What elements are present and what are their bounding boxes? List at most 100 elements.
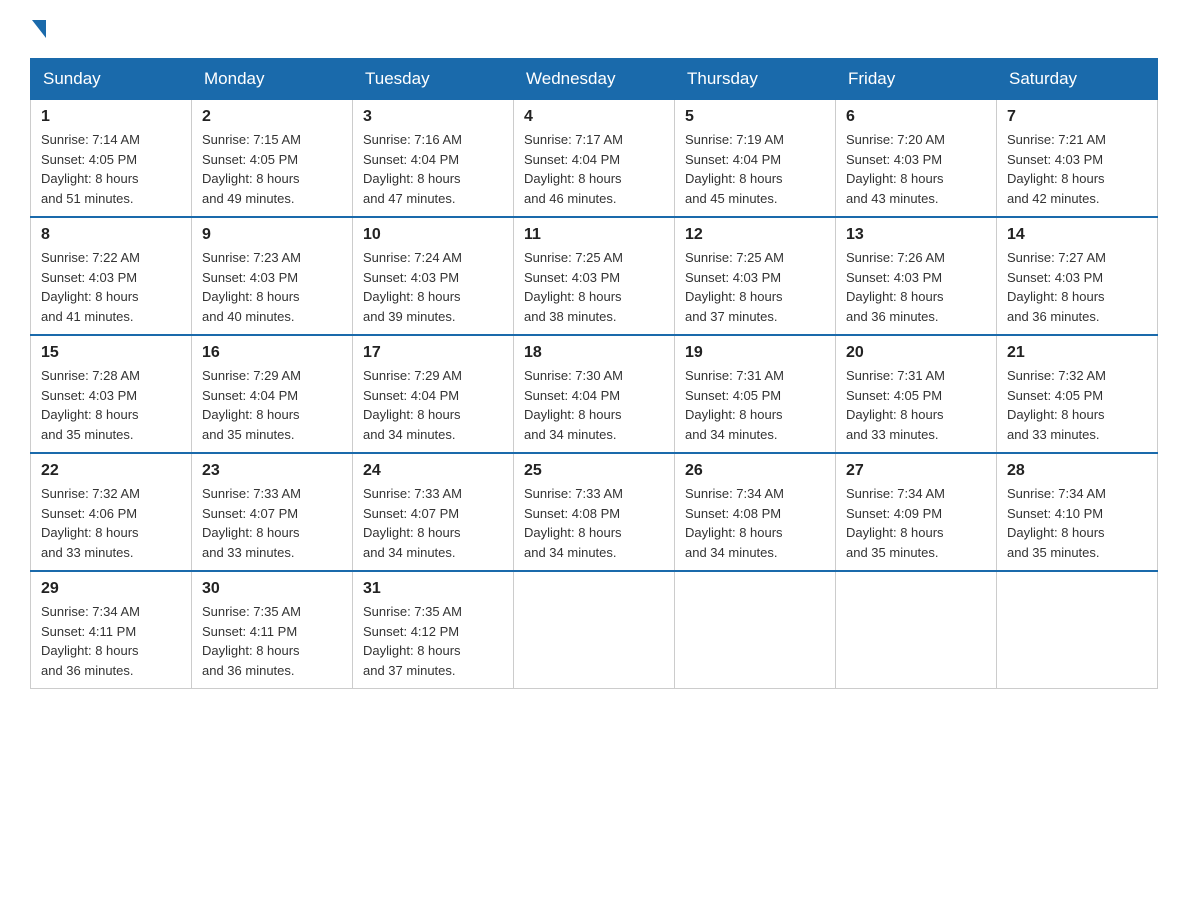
calendar-cell: 14 Sunrise: 7:27 AMSunset: 4:03 PMDaylig… [997, 217, 1158, 335]
day-info: Sunrise: 7:22 AMSunset: 4:03 PMDaylight:… [41, 250, 140, 324]
day-info: Sunrise: 7:31 AMSunset: 4:05 PMDaylight:… [846, 368, 945, 442]
calendar-cell: 24 Sunrise: 7:33 AMSunset: 4:07 PMDaylig… [353, 453, 514, 571]
calendar-cell: 17 Sunrise: 7:29 AMSunset: 4:04 PMDaylig… [353, 335, 514, 453]
calendar-cell: 21 Sunrise: 7:32 AMSunset: 4:05 PMDaylig… [997, 335, 1158, 453]
calendar-cell: 28 Sunrise: 7:34 AMSunset: 4:10 PMDaylig… [997, 453, 1158, 571]
day-number: 7 [1007, 108, 1147, 126]
day-number: 18 [524, 344, 664, 362]
weekday-header-monday: Monday [192, 59, 353, 100]
calendar-cell: 12 Sunrise: 7:25 AMSunset: 4:03 PMDaylig… [675, 217, 836, 335]
day-info: Sunrise: 7:25 AMSunset: 4:03 PMDaylight:… [685, 250, 784, 324]
day-info: Sunrise: 7:32 AMSunset: 4:05 PMDaylight:… [1007, 368, 1106, 442]
day-info: Sunrise: 7:34 AMSunset: 4:09 PMDaylight:… [846, 486, 945, 560]
day-number: 12 [685, 226, 825, 244]
calendar-week-row: 22 Sunrise: 7:32 AMSunset: 4:06 PMDaylig… [31, 453, 1158, 571]
day-number: 23 [202, 462, 342, 480]
day-number: 11 [524, 226, 664, 244]
day-info: Sunrise: 7:26 AMSunset: 4:03 PMDaylight:… [846, 250, 945, 324]
calendar-cell: 22 Sunrise: 7:32 AMSunset: 4:06 PMDaylig… [31, 453, 192, 571]
calendar-cell [675, 571, 836, 689]
day-info: Sunrise: 7:34 AMSunset: 4:11 PMDaylight:… [41, 604, 140, 678]
day-number: 20 [846, 344, 986, 362]
day-number: 2 [202, 108, 342, 126]
day-info: Sunrise: 7:33 AMSunset: 4:08 PMDaylight:… [524, 486, 623, 560]
calendar-cell: 25 Sunrise: 7:33 AMSunset: 4:08 PMDaylig… [514, 453, 675, 571]
day-number: 10 [363, 226, 503, 244]
calendar-week-row: 29 Sunrise: 7:34 AMSunset: 4:11 PMDaylig… [31, 571, 1158, 689]
day-number: 3 [363, 108, 503, 126]
calendar-cell: 20 Sunrise: 7:31 AMSunset: 4:05 PMDaylig… [836, 335, 997, 453]
day-number: 17 [363, 344, 503, 362]
weekday-header-tuesday: Tuesday [353, 59, 514, 100]
day-info: Sunrise: 7:16 AMSunset: 4:04 PMDaylight:… [363, 132, 462, 206]
day-number: 9 [202, 226, 342, 244]
day-info: Sunrise: 7:34 AMSunset: 4:10 PMDaylight:… [1007, 486, 1106, 560]
day-info: Sunrise: 7:14 AMSunset: 4:05 PMDaylight:… [41, 132, 140, 206]
weekday-header-thursday: Thursday [675, 59, 836, 100]
day-info: Sunrise: 7:23 AMSunset: 4:03 PMDaylight:… [202, 250, 301, 324]
weekday-header-saturday: Saturday [997, 59, 1158, 100]
day-info: Sunrise: 7:17 AMSunset: 4:04 PMDaylight:… [524, 132, 623, 206]
weekday-header-sunday: Sunday [31, 59, 192, 100]
calendar-cell: 29 Sunrise: 7:34 AMSunset: 4:11 PMDaylig… [31, 571, 192, 689]
calendar-cell [997, 571, 1158, 689]
day-info: Sunrise: 7:24 AMSunset: 4:03 PMDaylight:… [363, 250, 462, 324]
weekday-header-row: SundayMondayTuesdayWednesdayThursdayFrid… [31, 59, 1158, 100]
day-number: 28 [1007, 462, 1147, 480]
calendar-cell: 9 Sunrise: 7:23 AMSunset: 4:03 PMDayligh… [192, 217, 353, 335]
calendar-cell: 13 Sunrise: 7:26 AMSunset: 4:03 PMDaylig… [836, 217, 997, 335]
day-info: Sunrise: 7:35 AMSunset: 4:11 PMDaylight:… [202, 604, 301, 678]
weekday-header-wednesday: Wednesday [514, 59, 675, 100]
day-number: 16 [202, 344, 342, 362]
day-info: Sunrise: 7:33 AMSunset: 4:07 PMDaylight:… [202, 486, 301, 560]
logo [30, 20, 48, 38]
calendar-cell [514, 571, 675, 689]
day-number: 29 [41, 580, 181, 598]
day-info: Sunrise: 7:25 AMSunset: 4:03 PMDaylight:… [524, 250, 623, 324]
day-number: 19 [685, 344, 825, 362]
day-info: Sunrise: 7:33 AMSunset: 4:07 PMDaylight:… [363, 486, 462, 560]
day-info: Sunrise: 7:27 AMSunset: 4:03 PMDaylight:… [1007, 250, 1106, 324]
calendar-cell: 11 Sunrise: 7:25 AMSunset: 4:03 PMDaylig… [514, 217, 675, 335]
day-number: 22 [41, 462, 181, 480]
day-number: 21 [1007, 344, 1147, 362]
calendar-cell: 10 Sunrise: 7:24 AMSunset: 4:03 PMDaylig… [353, 217, 514, 335]
day-info: Sunrise: 7:28 AMSunset: 4:03 PMDaylight:… [41, 368, 140, 442]
calendar-cell: 30 Sunrise: 7:35 AMSunset: 4:11 PMDaylig… [192, 571, 353, 689]
calendar-cell: 26 Sunrise: 7:34 AMSunset: 4:08 PMDaylig… [675, 453, 836, 571]
calendar-cell: 1 Sunrise: 7:14 AMSunset: 4:05 PMDayligh… [31, 100, 192, 218]
calendar-cell: 19 Sunrise: 7:31 AMSunset: 4:05 PMDaylig… [675, 335, 836, 453]
day-number: 31 [363, 580, 503, 598]
day-info: Sunrise: 7:21 AMSunset: 4:03 PMDaylight:… [1007, 132, 1106, 206]
day-number: 13 [846, 226, 986, 244]
calendar-cell: 16 Sunrise: 7:29 AMSunset: 4:04 PMDaylig… [192, 335, 353, 453]
day-number: 15 [41, 344, 181, 362]
day-number: 14 [1007, 226, 1147, 244]
calendar-cell: 3 Sunrise: 7:16 AMSunset: 4:04 PMDayligh… [353, 100, 514, 218]
day-info: Sunrise: 7:29 AMSunset: 4:04 PMDaylight:… [363, 368, 462, 442]
calendar-table: SundayMondayTuesdayWednesdayThursdayFrid… [30, 58, 1158, 689]
day-number: 4 [524, 108, 664, 126]
day-info: Sunrise: 7:35 AMSunset: 4:12 PMDaylight:… [363, 604, 462, 678]
calendar-cell: 27 Sunrise: 7:34 AMSunset: 4:09 PMDaylig… [836, 453, 997, 571]
day-number: 8 [41, 226, 181, 244]
calendar-cell [836, 571, 997, 689]
calendar-cell: 23 Sunrise: 7:33 AMSunset: 4:07 PMDaylig… [192, 453, 353, 571]
day-number: 27 [846, 462, 986, 480]
calendar-cell: 2 Sunrise: 7:15 AMSunset: 4:05 PMDayligh… [192, 100, 353, 218]
day-number: 24 [363, 462, 503, 480]
day-info: Sunrise: 7:29 AMSunset: 4:04 PMDaylight:… [202, 368, 301, 442]
day-info: Sunrise: 7:34 AMSunset: 4:08 PMDaylight:… [685, 486, 784, 560]
day-info: Sunrise: 7:32 AMSunset: 4:06 PMDaylight:… [41, 486, 140, 560]
day-info: Sunrise: 7:19 AMSunset: 4:04 PMDaylight:… [685, 132, 784, 206]
day-info: Sunrise: 7:15 AMSunset: 4:05 PMDaylight:… [202, 132, 301, 206]
page-header [30, 20, 1158, 38]
calendar-cell: 15 Sunrise: 7:28 AMSunset: 4:03 PMDaylig… [31, 335, 192, 453]
day-number: 26 [685, 462, 825, 480]
weekday-header-friday: Friday [836, 59, 997, 100]
day-number: 6 [846, 108, 986, 126]
calendar-cell: 5 Sunrise: 7:19 AMSunset: 4:04 PMDayligh… [675, 100, 836, 218]
logo-arrow-icon [32, 20, 46, 38]
day-info: Sunrise: 7:20 AMSunset: 4:03 PMDaylight:… [846, 132, 945, 206]
day-info: Sunrise: 7:31 AMSunset: 4:05 PMDaylight:… [685, 368, 784, 442]
